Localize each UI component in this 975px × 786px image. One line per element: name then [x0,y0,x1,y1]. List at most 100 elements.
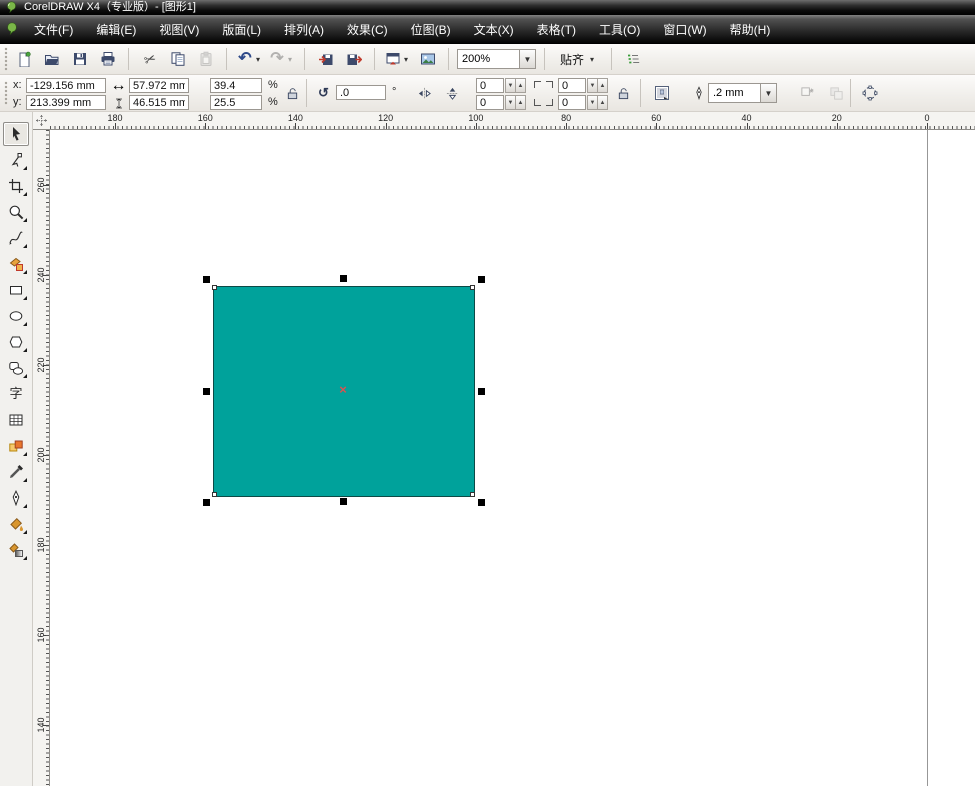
object-width-input[interactable] [129,78,189,93]
rectangle-corner-node[interactable] [212,492,217,497]
corner-radius-tl-input[interactable] [476,78,504,93]
arrange-front-button[interactable] [795,81,819,105]
welcome-screen-button[interactable] [415,47,440,71]
scale-vertical-input[interactable] [210,95,262,110]
shape-tool-icon [8,152,24,168]
interactive-fill-tool[interactable] [3,538,29,562]
toolbar-separator [448,48,449,70]
scale-horizontal-input[interactable] [210,78,262,93]
import-button[interactable] [313,47,338,71]
outline-width-dropdown-button[interactable]: ▼ [760,83,777,103]
menu-item-5[interactable]: 排列(A) [275,18,333,41]
menu-item-7[interactable]: 位图(B) [402,18,460,41]
menu-item-11[interactable]: 窗口(W) [654,18,715,41]
print-button[interactable] [95,47,120,71]
ruler-origin-icon[interactable] [35,114,48,127]
outline-width-input[interactable] [708,83,760,103]
toolbar-grip[interactable] [4,47,8,71]
wrap-paragraph-text-button[interactable] [650,81,674,105]
zoom-tool[interactable] [3,200,29,224]
selection-handle-middle-right[interactable] [478,388,485,395]
undo-button[interactable]: ↶ ▾ [235,47,264,71]
selection-handle-bottom-center[interactable] [340,498,347,505]
save-button[interactable] [67,47,92,71]
smart-fill-tool-icon [8,256,24,272]
corner-radius-bl-input[interactable] [476,95,504,110]
table-tool[interactable] [3,408,29,432]
zoom-dropdown-button[interactable]: ▼ [519,49,536,69]
mirror-vertical-button[interactable] [440,81,464,105]
interactive-blend-tool[interactable] [3,434,29,458]
outline-pen-tool[interactable] [3,486,29,510]
spin-up-button[interactable]: ▲ [515,95,526,110]
mirror-horizontal-button[interactable] [412,81,436,105]
menu-item-10[interactable]: 工具(O) [590,18,649,41]
open-button[interactable] [39,47,64,71]
app-launcher-button[interactable]: ▾ [383,47,412,71]
convert-to-curves-button[interactable] [858,81,882,105]
y-position-input[interactable] [26,95,106,110]
x-position-input[interactable] [26,78,106,93]
redo-icon: ↷ [270,50,284,67]
basic-shapes-tool[interactable] [3,356,29,380]
scale-lock-icon[interactable] [284,85,301,101]
smart-fill-tool[interactable] [3,252,29,276]
rectangle-tool[interactable] [3,278,29,302]
document-app-icon [4,21,20,37]
selection-handle-bottom-left[interactable] [203,499,210,506]
selection-handle-bottom-right[interactable] [478,499,485,506]
property-bar-grip[interactable] [4,81,8,105]
selection-handle-top-center[interactable] [340,275,347,282]
zoom-level-input[interactable] [457,49,519,69]
shape-tool[interactable] [3,148,29,172]
open-icon [44,51,60,67]
menu-item-2[interactable]: 编辑(E) [87,18,145,41]
corner-bracket-tl-icon [534,81,541,88]
menu-item-8[interactable]: 文本(X) [465,18,523,41]
toolbar-separator [128,48,129,70]
menu-item-1[interactable]: 文件(F) [25,18,82,41]
pick-tool[interactable] [3,122,29,146]
spin-up-button[interactable]: ▲ [597,95,608,110]
selection-handle-top-left[interactable] [203,276,210,283]
corner-radius-br-input[interactable] [558,95,586,110]
selection-handle-middle-left[interactable] [203,388,210,395]
snap-to-button[interactable]: 贴齐 ▾ [553,48,603,70]
fill-tool[interactable] [3,512,29,536]
chevron-down-icon: ▾ [287,54,292,64]
spin-up-button[interactable]: ▲ [597,78,608,93]
crop-tool[interactable] [3,174,29,198]
cut-button[interactable]: ✂ [137,47,162,71]
export-button[interactable] [341,47,366,71]
text-tool[interactable]: 字 [3,382,29,406]
object-height-input[interactable] [129,95,189,110]
rotation-angle-input[interactable] [336,85,386,100]
menu-item-3[interactable]: 视图(V) [150,18,208,41]
ellipse-tool[interactable] [3,304,29,328]
arrange-back-icon [829,85,844,101]
corner-lock-icon[interactable] [615,85,632,101]
new-document-button[interactable] [11,47,36,71]
options-button[interactable] [620,47,645,71]
menu-item-6[interactable]: 效果(C) [338,18,397,41]
menu-item-9[interactable]: 表格(T) [528,18,585,41]
freehand-tool[interactable] [3,226,29,250]
selection-handle-top-right[interactable] [478,276,485,283]
arrange-back-button[interactable] [824,81,848,105]
menu-item-4[interactable]: 版面(L) [213,18,270,41]
rectangle-corner-node[interactable] [470,492,475,497]
vertical-ruler[interactable]: 260 240 220 200 180 160 140 [33,130,50,786]
paste-button[interactable] [193,47,218,71]
eyedropper-tool[interactable] [3,460,29,484]
rectangle-corner-node[interactable] [212,285,217,290]
redo-button[interactable]: ↷ ▾ [267,47,296,71]
blend-tool-icon [8,438,24,454]
corner-bracket-br-icon [546,99,553,106]
copy-button[interactable] [165,47,190,71]
horizontal-ruler[interactable]: 180 160 140 120 100 80 60 40 20 0 [33,112,975,130]
polygon-tool[interactable] [3,330,29,354]
spin-up-button[interactable]: ▲ [515,78,526,93]
rectangle-corner-node[interactable] [470,285,475,290]
corner-radius-tr-input[interactable] [558,78,586,93]
menu-item-12[interactable]: 帮助(H) [721,18,780,41]
